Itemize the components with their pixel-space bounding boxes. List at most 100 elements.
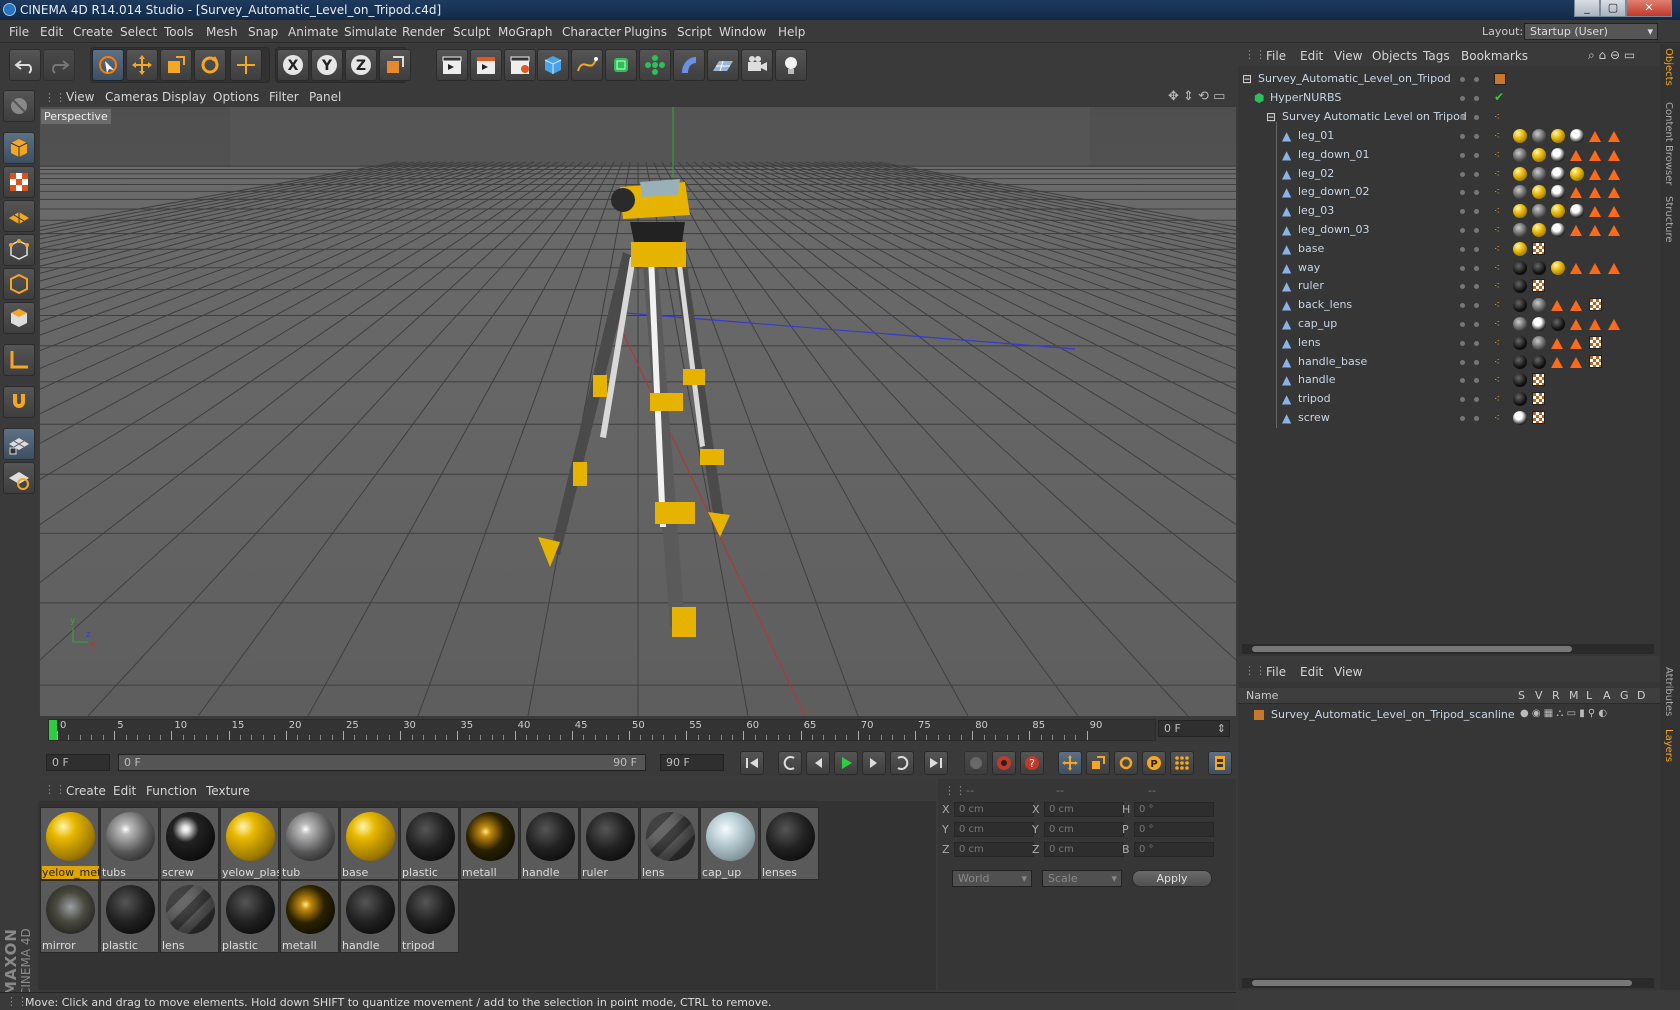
material-tag-icon[interactable] <box>1513 279 1527 294</box>
object-row[interactable]: ⊟ Survey_Automatic_Level_on_Tripod <box>1238 69 1660 89</box>
material-swatch[interactable]: tubs <box>100 807 159 880</box>
undo-button[interactable] <box>9 49 41 81</box>
menu-tools[interactable]: Tools <box>164 25 194 39</box>
texture-mode-button[interactable] <box>3 166 35 198</box>
texture-tag-icon[interactable] <box>1570 225 1582 236</box>
material-swatch[interactable]: lens <box>640 807 699 880</box>
add-cube-button[interactable] <box>537 49 569 81</box>
editor-visibility-dot[interactable] <box>1460 134 1465 139</box>
add-nurbs-button[interactable] <box>605 49 637 81</box>
editor-visibility-dot[interactable] <box>1460 77 1465 82</box>
render-visibility-dot[interactable] <box>1474 134 1479 139</box>
material-swatch[interactable]: yelow_met <box>40 807 99 880</box>
coord-value-field[interactable]: 0 ° <box>1134 842 1214 857</box>
phong-tag-icon[interactable]: ⁖ <box>1494 169 1504 180</box>
render-visibility-dot[interactable] <box>1474 209 1479 215</box>
material-swatch[interactable]: metall <box>280 880 339 953</box>
render-visibility-dot[interactable] <box>1474 171 1479 177</box>
search-home-icons[interactable]: ⌕ ⌂ ⊖ ▭ <box>1588 48 1635 63</box>
render-view-button[interactable] <box>436 49 468 81</box>
material-tag-icon[interactable] <box>1513 260 1527 275</box>
object-row[interactable]: ▲ leg_01 ⁖ <box>1238 126 1660 146</box>
coordinate-system-button[interactable] <box>379 49 411 81</box>
coord-value-field[interactable]: 0 cm <box>1044 802 1124 817</box>
phong-tag-icon[interactable]: ⁖ <box>1494 413 1504 424</box>
coord-value-field[interactable]: 0 ° <box>1134 822 1214 837</box>
menu-animate[interactable]: Animate <box>288 25 338 39</box>
material-swatch[interactable]: mirror <box>40 880 99 953</box>
scale-button[interactable] <box>160 49 192 81</box>
material-swatch[interactable]: lens <box>160 880 219 953</box>
editor-visibility-dot[interactable] <box>1460 340 1465 346</box>
render-visibility-dot[interactable] <box>1474 378 1479 384</box>
material-swatch[interactable]: plastic <box>100 880 159 953</box>
render-visibility-dot[interactable] <box>1474 96 1479 101</box>
material-tag-icon[interactable] <box>1551 166 1565 181</box>
editor-visibility-dot[interactable] <box>1460 152 1465 158</box>
editor-visibility-dot[interactable] <box>1460 397 1465 403</box>
render-visibility-dot[interactable] <box>1474 115 1479 120</box>
layer-row[interactable]: Survey_Automatic_Level_on_Tripod_scanlin… <box>1238 706 1660 724</box>
object-row[interactable]: ▲ back_lens ⁖ <box>1238 295 1660 315</box>
texture-tag-icon[interactable] <box>1589 168 1601 180</box>
record-keys-button[interactable] <box>964 751 988 775</box>
timeline-track[interactable]: 0 5 10 15 20 25 30 35 40 45 50 55 60 65 70 75 80 85 90 <box>48 719 1156 741</box>
editor-visibility-dot[interactable] <box>1460 96 1465 101</box>
phong-tag-icon[interactable]: ⁖ <box>1494 187 1504 198</box>
tab-attributes[interactable]: Attributes <box>1663 667 1674 716</box>
object-row[interactable]: ▲ way ⁖ <box>1238 258 1660 278</box>
material-swatch[interactable]: base <box>340 807 399 880</box>
layer-menu-file[interactable]: File <box>1266 665 1286 679</box>
axis-mode-button[interactable] <box>3 344 35 376</box>
menu-create[interactable]: Create <box>73 25 113 39</box>
phong-tag-icon[interactable]: ⁖ <box>1494 112 1504 123</box>
maximize-button[interactable]: ▢ <box>1600 0 1626 17</box>
uvw-tag-icon[interactable] <box>1589 354 1602 368</box>
layer-name[interactable]: Survey_Automatic_Level_on_Tripod_scanlin… <box>1271 708 1515 721</box>
keyframe-selection-button[interactable]: ? <box>1020 751 1044 775</box>
timeline-ruler[interactable]: 0 5 10 15 20 25 30 35 40 45 50 55 60 65 70 75 80 85 90 0 F… <box>38 717 1236 747</box>
goto-start-button[interactable] <box>740 751 764 775</box>
material-tag-icon[interactable] <box>1513 298 1527 313</box>
layout-select[interactable]: Startup (User) ▾ <box>1524 23 1658 40</box>
uvw-tag-icon[interactable] <box>1589 298 1602 312</box>
menu-mesh[interactable]: Mesh <box>206 25 238 39</box>
layer-flag-icons[interactable]: ● ◉ ▦ ⛬ ▭ ▮ ⚲ ◐ <box>1520 708 1607 719</box>
live-selection-button[interactable] <box>92 49 124 81</box>
add-camera-button[interactable] <box>741 49 773 81</box>
texture-tag-icon[interactable] <box>1570 300 1582 312</box>
timeline-window-button[interactable] <box>1208 751 1232 775</box>
lock-workplane-button[interactable] <box>3 462 35 494</box>
material-swatch[interactable]: screw <box>160 807 219 880</box>
coord-value-field[interactable]: 0 cm <box>954 822 1034 837</box>
menu-mograph[interactable]: MoGraph <box>498 25 553 39</box>
editor-visibility-dot[interactable] <box>1460 284 1465 290</box>
menu-file[interactable]: File <box>9 25 29 39</box>
object-row[interactable]: ▲ leg_down_01 ⁖ <box>1238 145 1660 165</box>
texture-tag-icon[interactable] <box>1608 319 1620 330</box>
next-frame-button[interactable] <box>862 751 886 775</box>
move-button[interactable] <box>126 49 158 81</box>
material-swatch[interactable]: tripod <box>400 880 459 953</box>
material-tag-icon[interactable] <box>1532 223 1546 237</box>
layer-tag-icon[interactable] <box>1494 73 1506 85</box>
material-tag-icon[interactable] <box>1513 204 1527 219</box>
material-swatch[interactable]: lenses <box>760 807 819 880</box>
tab-objects[interactable]: Objects <box>1663 48 1674 86</box>
material-swatch[interactable]: tub <box>280 807 339 880</box>
material-tag-icon[interactable] <box>1551 260 1565 275</box>
layer-horizontal-scrollbar[interactable] <box>1242 978 1654 988</box>
prev-frame-button[interactable] <box>806 751 830 775</box>
object-row[interactable]: ▲ handle ⁖ <box>1238 370 1660 390</box>
material-tag-icon[interactable] <box>1570 204 1584 219</box>
material-tag-icon[interactable] <box>1513 129 1527 143</box>
material-tag-icon[interactable] <box>1551 317 1565 331</box>
viewport-menu-cameras[interactable]: Cameras <box>105 90 158 104</box>
material-swatch[interactable]: yelow_plas <box>220 807 279 880</box>
menu-window[interactable]: Window <box>719 25 766 39</box>
texture-tag-icon[interactable] <box>1608 149 1620 161</box>
editor-visibility-dot[interactable] <box>1460 416 1465 421</box>
phong-tag-icon[interactable]: ⁖ <box>1494 300 1504 311</box>
end-frame-field[interactable]: 90 F <box>660 754 724 771</box>
material-tag-icon[interactable] <box>1532 204 1546 219</box>
